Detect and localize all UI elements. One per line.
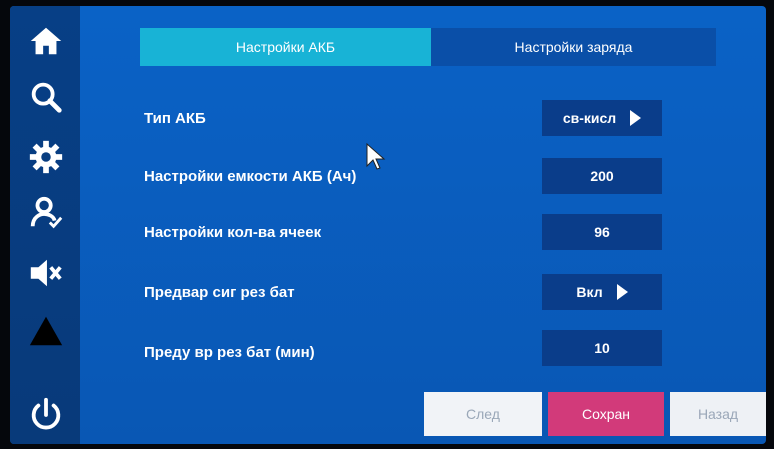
backup-time-label: Преду вр рез бат (мин) — [144, 344, 315, 361]
alarm-button[interactable] — [18, 308, 74, 354]
battery-type-select[interactable]: св-кисл — [542, 100, 662, 136]
battery-capacity-value: 200 — [590, 168, 614, 184]
battery-capacity-label: Настройки емкости АКБ (Ач) — [144, 168, 357, 185]
home-button[interactable] — [18, 18, 74, 64]
cell-count-label: Настройки кол-ва ячеек — [144, 224, 322, 241]
backup-time-value: 10 — [594, 340, 610, 356]
warning-icon — [29, 316, 63, 346]
tab-battery-settings[interactable]: Настройки АКБ — [140, 28, 431, 66]
user-check-icon — [30, 196, 63, 229]
tab-bar: Настройки АКБ Настройки заряда — [140, 28, 716, 66]
save-button[interactable]: Сохран — [548, 392, 664, 436]
pre-alarm-value: Вкл — [576, 284, 603, 300]
arrow-right-icon — [630, 110, 642, 126]
next-button[interactable]: След — [424, 392, 542, 436]
battery-type-value: св-кисл — [562, 110, 617, 126]
tab-charge-settings[interactable]: Настройки заряда — [431, 28, 716, 66]
gear-icon — [29, 140, 63, 174]
battery-capacity-field[interactable]: 200 — [542, 158, 662, 194]
cell-count-value: 96 — [594, 224, 610, 240]
search-button[interactable] — [18, 74, 74, 120]
screen: Настройки АКБ Настройки заряда Тип АКБ с… — [10, 6, 766, 444]
battery-type-label: Тип АКБ — [144, 110, 206, 127]
power-button[interactable] — [18, 392, 74, 438]
user-button[interactable] — [18, 190, 74, 236]
mute-icon — [30, 259, 62, 287]
backup-time-field[interactable]: 10 — [542, 330, 662, 366]
mouse-pointer-icon — [366, 142, 386, 170]
cell-count-field[interactable]: 96 — [542, 214, 662, 250]
back-button[interactable]: Назад — [670, 392, 766, 436]
pre-alarm-label: Предвар сиг рез бат — [144, 284, 295, 301]
power-icon — [31, 397, 61, 430]
sidebar — [10, 6, 80, 444]
settings-button[interactable] — [18, 134, 74, 180]
arrow-right-icon — [616, 284, 628, 300]
home-icon — [30, 27, 62, 55]
mute-button[interactable] — [18, 250, 74, 296]
search-icon — [31, 82, 62, 113]
pre-alarm-select[interactable]: Вкл — [542, 274, 662, 310]
